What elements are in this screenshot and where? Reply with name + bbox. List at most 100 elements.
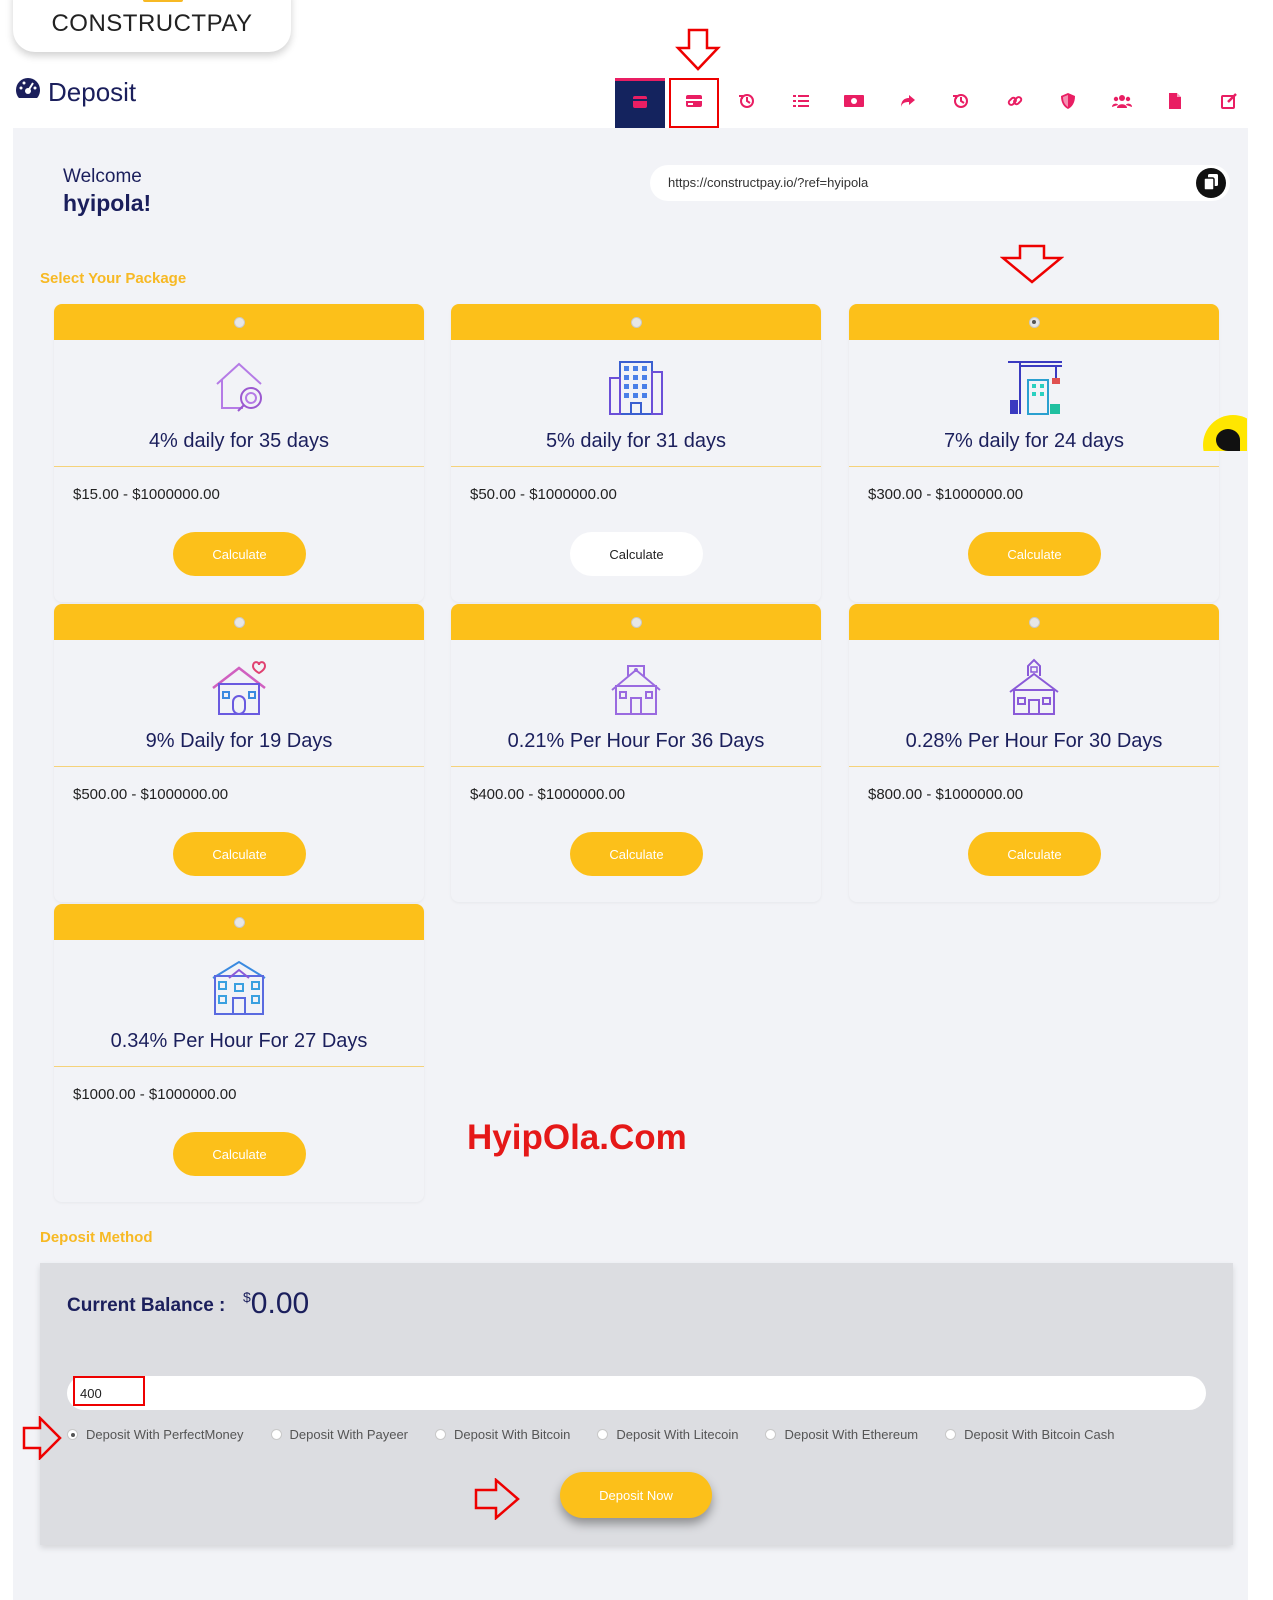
toolbar-money-button[interactable] [829,78,879,128]
referral-url: https://constructpay.io/?ref=hyipola [668,175,869,190]
package-radio[interactable] [233,316,245,328]
calculate-button[interactable]: Calculate [968,532,1101,576]
calculate-button[interactable]: Calculate [173,532,306,576]
share-icon [900,94,916,113]
method-radio[interactable] [435,1429,447,1440]
method-option-perfectmoney[interactable]: Deposit With PerfectMoney [67,1427,244,1442]
calculate-button[interactable]: Calculate [173,1132,306,1176]
toolbar-document-button[interactable] [1150,78,1200,128]
toolbar-list-button[interactable] [776,78,826,128]
account-toolbar [615,78,1257,128]
method-radio[interactable] [765,1429,777,1440]
method-option-litecoin[interactable]: Deposit With Litecoin [597,1427,738,1442]
calculate-button[interactable]: Calculate [570,832,703,876]
logo-accent-bar [143,0,183,2]
method-label: Deposit With PerfectMoney [86,1427,244,1442]
wallet-icon [632,95,648,114]
package-title: 9% Daily for 19 Days [145,730,333,752]
toolbar-history-2-button[interactable] [936,78,986,128]
method-option-ethereum[interactable]: Deposit With Ethereum [765,1427,918,1442]
referral-link-field[interactable]: https://constructpay.io/?ref=hyipola [650,165,1230,201]
toolbar-wallet-button[interactable] [615,78,665,128]
watermark-text: HyipOla.Com [467,1118,687,1157]
calculate-button[interactable]: Calculate [570,532,703,576]
package-range: $1000.00 - $1000000.00 [73,1086,237,1103]
mansion-icon [54,956,424,1016]
method-radio[interactable] [945,1429,957,1440]
welcome-text: Welcome [63,166,142,187]
method-label: Deposit With Ethereum [784,1427,919,1442]
brand-logo[interactable]: CONSTRUCTPAY [13,0,291,52]
calculate-button[interactable]: Calculate [173,832,306,876]
money-icon [844,94,864,112]
package-radio[interactable] [233,616,245,628]
toolbar-share-button[interactable] [883,78,933,128]
copy-icon [1203,173,1218,193]
toolbar-deposit-button[interactable] [668,78,719,128]
link-icon [1007,93,1023,114]
package-title: 0.34% Per Hour For 27 Days [110,1030,368,1052]
credit-card-icon [685,94,703,113]
calculate-button[interactable]: Calculate [968,832,1101,876]
page-title-text: Deposit [48,77,137,107]
history-icon [739,93,755,114]
shield-icon [1061,92,1075,114]
package-title: 5% daily for 31 days [545,430,727,452]
method-label: Deposit With Bitcoin [454,1427,571,1442]
toolbar-security-button[interactable] [1043,78,1093,128]
deposit-now-button[interactable]: Deposit Now [560,1472,712,1518]
package-range: $400.00 - $1000000.00 [470,786,626,803]
package-range: $15.00 - $1000000.00 [73,486,220,503]
package-card[interactable]: 9% Daily for 19 Days $500.00 - $1000000.… [54,604,424,902]
package-card[interactable]: 7% daily for 24 days $300.00 - $1000000.… [849,304,1219,602]
toolbar-link-button[interactable] [990,78,1040,128]
deposit-method-label: Deposit Method [40,1229,153,1246]
annotation-arrow-down-icon [1000,244,1064,284]
method-option-bitcoin-cash[interactable]: Deposit With Bitcoin Cash [945,1427,1114,1442]
package-radio[interactable] [1028,616,1040,628]
package-card[interactable]: 0.34% Per Hour For 27 Days $1000.00 - $1… [54,904,424,1202]
package-header [849,304,1219,340]
package-card[interactable]: 5% daily for 31 days $50.00 - $1000000.0… [451,304,821,602]
package-radio[interactable] [630,316,642,328]
method-label: Deposit With Litecoin [616,1427,739,1442]
school-building-icon [451,656,821,716]
document-icon [1169,92,1181,114]
page-title: Deposit [14,76,136,109]
package-radio[interactable] [630,616,642,628]
annotation-arrow-down-icon [675,28,721,71]
package-title: 0.21% Per Hour For 36 Days [507,730,765,752]
copy-link-button[interactable] [1196,168,1226,198]
username: hyipola! [63,190,152,216]
package-range: $500.00 - $1000000.00 [73,786,229,803]
method-option-bitcoin[interactable]: Deposit With Bitcoin [435,1427,570,1442]
package-card[interactable]: 0.28% Per Hour For 30 Days $800.00 - $10… [849,604,1219,902]
package-divider [849,766,1219,767]
package-card[interactable]: 4% daily for 35 days $15.00 - $1000000.0… [54,304,424,602]
method-option-payeer[interactable]: Deposit With Payeer [270,1427,408,1442]
chat-widget[interactable] [1203,415,1247,451]
package-radio[interactable] [1028,316,1040,328]
toolbar-edit-button[interactable] [1204,78,1254,128]
chat-icon [1216,429,1240,451]
method-radio[interactable] [597,1429,609,1440]
toolbar-history-button[interactable] [722,78,772,128]
annotation-arrow-right-icon [22,1416,62,1460]
package-card[interactable]: 0.21% Per Hour For 36 Days $400.00 - $10… [451,604,821,902]
brand-name: CONSTRUCTPAY [51,10,253,37]
package-radio[interactable] [233,916,245,928]
house-heart-icon [54,656,424,716]
package-header [451,604,821,640]
package-header [849,604,1219,640]
deposit-method-panel: Current Balance : $0.00 Deposit With Per… [40,1263,1233,1545]
method-radio[interactable] [67,1429,78,1440]
balance-currency: $ [243,1289,251,1305]
toolbar-team-button[interactable] [1097,78,1147,128]
deposit-amount-input[interactable] [67,1376,1206,1410]
main-content: Welcome hyipola! https://constructpay.io… [13,128,1248,1600]
church-building-icon [849,656,1219,716]
package-title: 4% daily for 35 days [148,430,330,452]
method-radio[interactable] [270,1429,282,1440]
current-balance-label: Current Balance : [67,1295,226,1316]
package-divider [451,466,821,467]
